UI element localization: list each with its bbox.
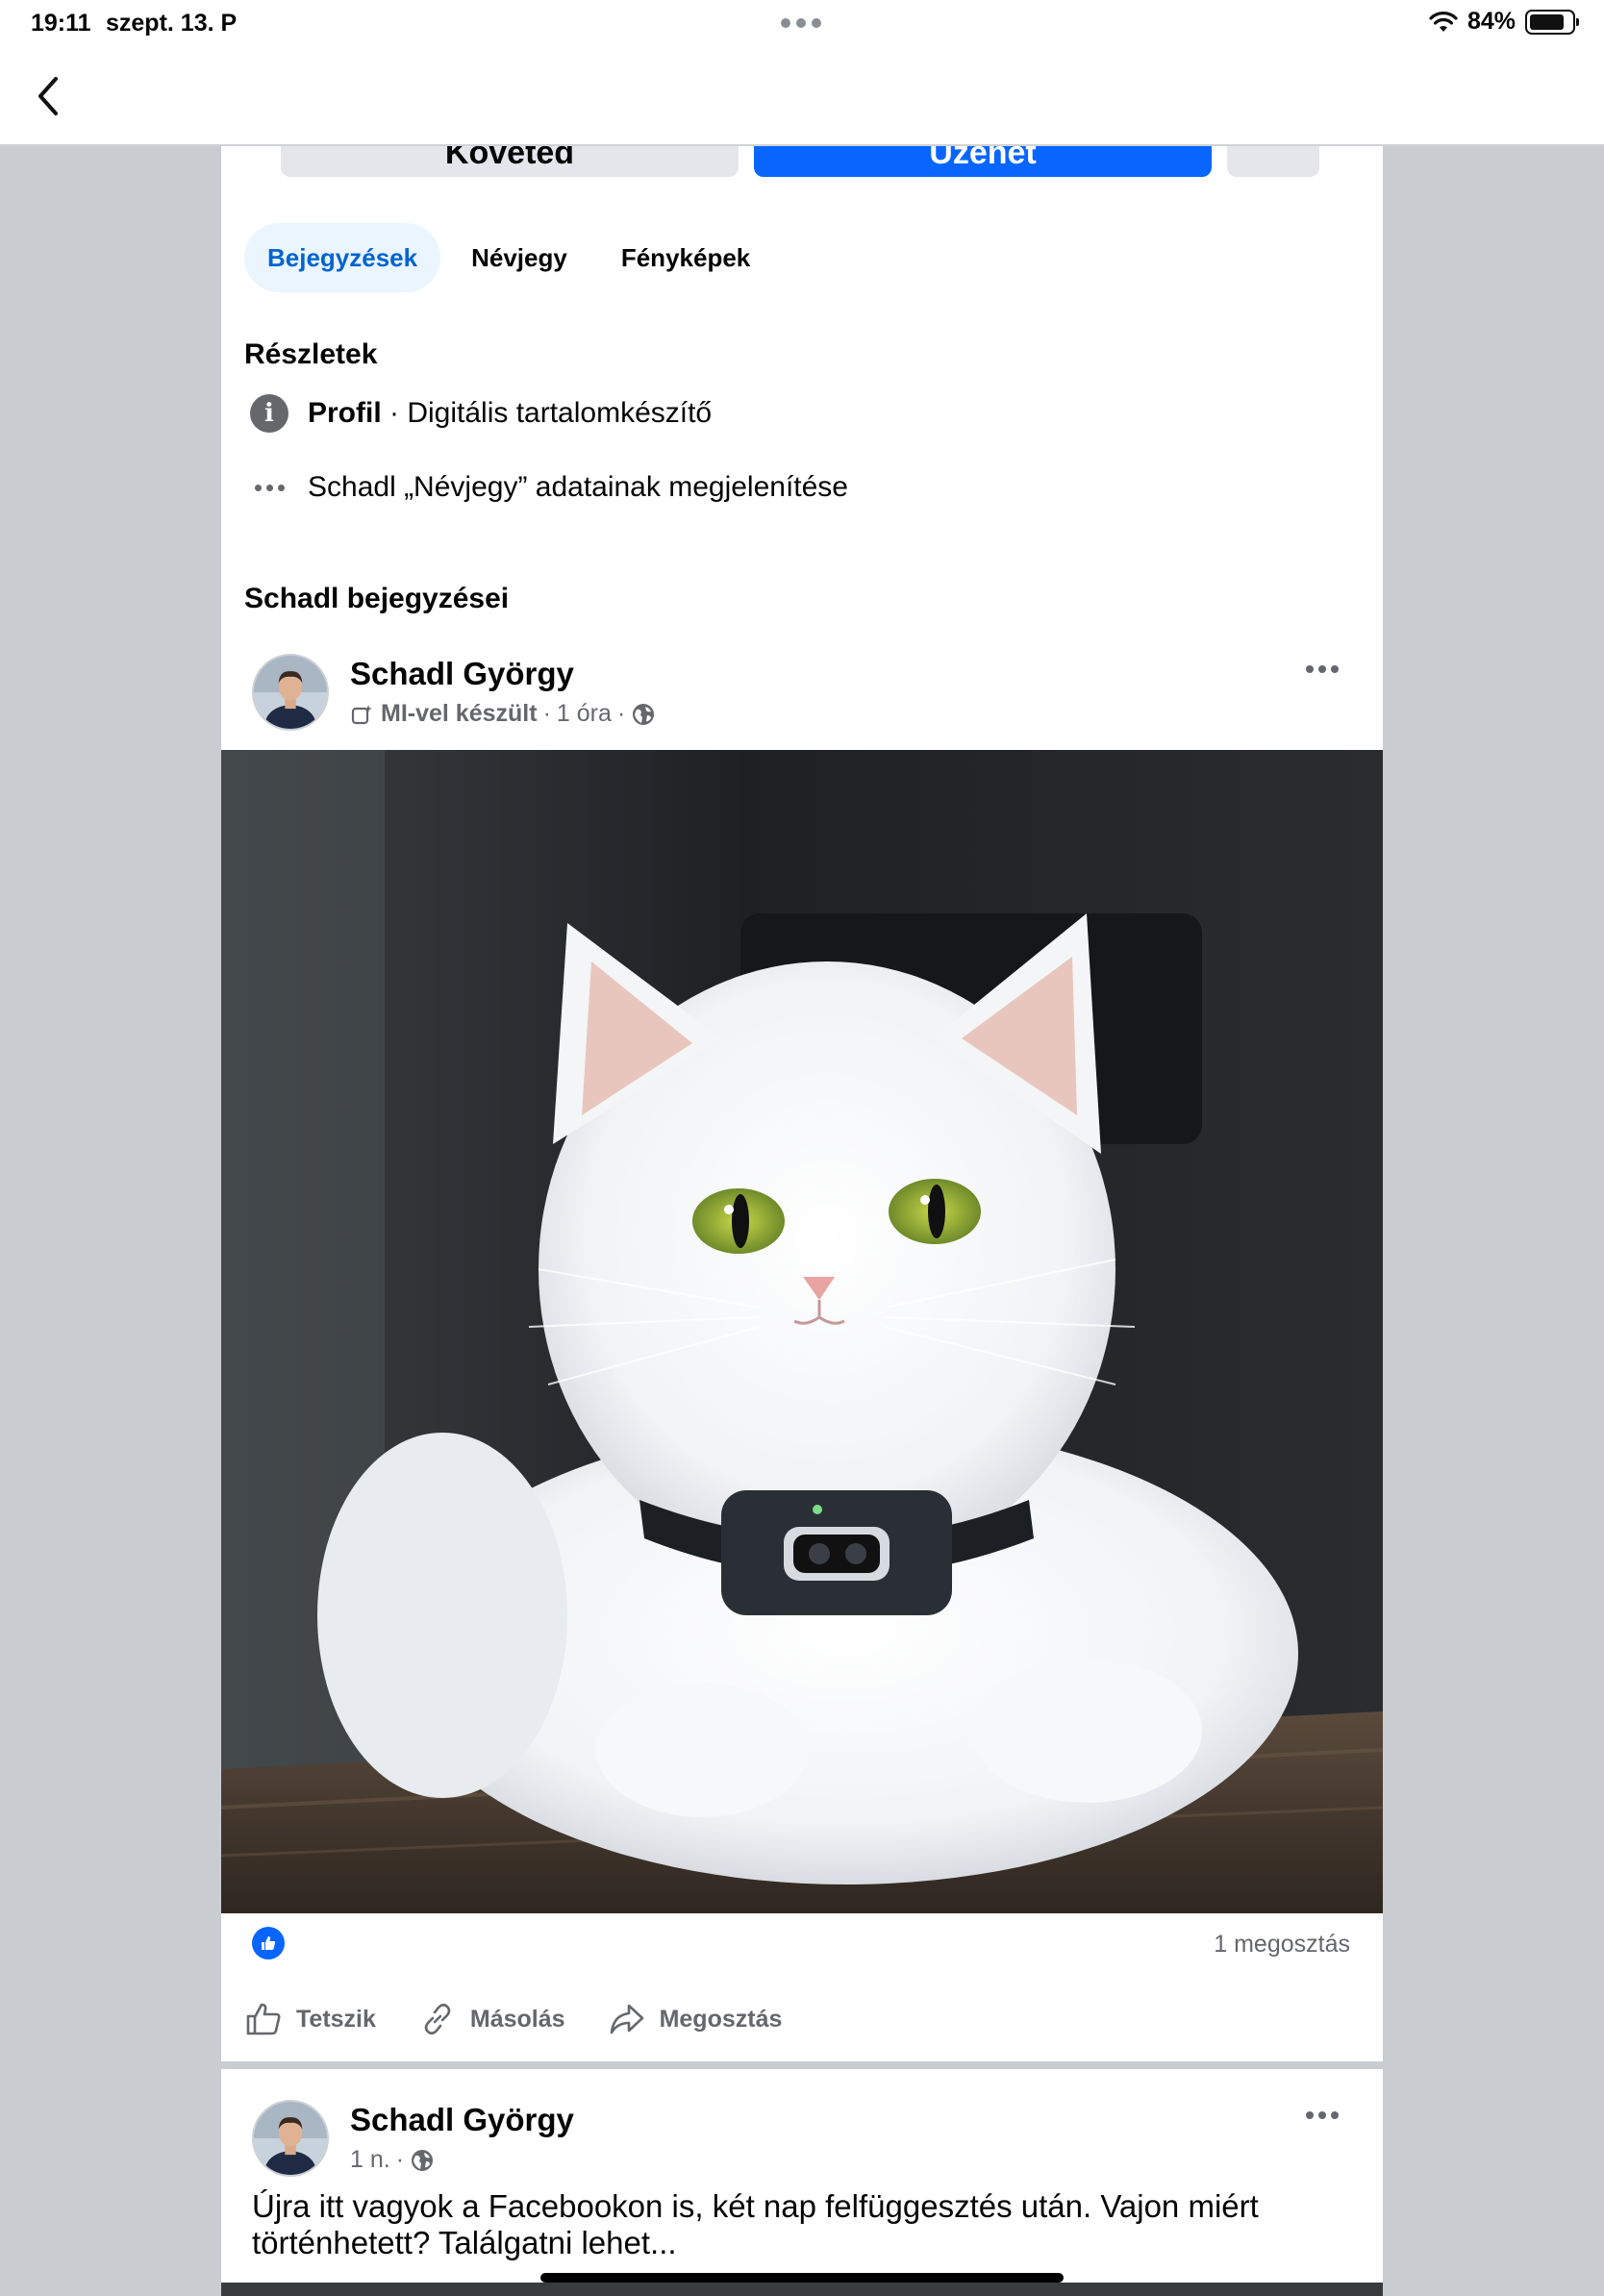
post-card: Schadl György 1 n. · Újra itt vagyok a F… <box>221 2069 1383 2296</box>
share-count[interactable]: 1 megosztás <box>1214 1931 1350 1959</box>
post-image[interactable] <box>221 750 1383 1913</box>
post-meta: 1 n. · <box>350 2146 574 2174</box>
message-button[interactable]: Üzenet <box>754 146 1212 177</box>
post-header: Schadl György 1 n. · <box>252 2100 574 2177</box>
post-meta: MI-vel készült · 1 óra · <box>350 700 656 728</box>
share-icon <box>610 2004 643 2034</box>
back-button[interactable] <box>29 73 67 119</box>
avatar[interactable] <box>252 2100 329 2177</box>
battery-percent: 84% <box>1466 8 1516 35</box>
share-button[interactable]: Megosztás <box>608 2000 783 2038</box>
profile-content-card: Követed Üzenet Bejegyzések Névjegy Fényk… <box>221 146 1383 2061</box>
meta-separator: · <box>395 2146 405 2173</box>
meta-separator: · <box>616 700 626 727</box>
follow-button[interactable]: Követed <box>281 146 739 177</box>
tab-posts[interactable]: Bejegyzések <box>244 223 441 292</box>
copy-label: Másolás <box>469 2005 565 2033</box>
profile-type-text: Profil · Digitális tartalomkészítő <box>308 397 712 430</box>
multitasking-dots-icon[interactable] <box>781 18 821 28</box>
post-author[interactable]: Schadl György <box>350 2102 574 2138</box>
post-text: Újra itt vagyok a Facebookon is, két nap… <box>252 2188 1259 2260</box>
like-button[interactable]: Tetszik <box>244 2000 376 2038</box>
post-actions: Tetszik Másolás Megosztás <box>244 2000 782 2038</box>
post-more-button[interactable] <box>1296 656 1348 683</box>
post-more-button[interactable] <box>1296 2102 1348 2129</box>
meta-separator: · <box>542 700 551 727</box>
globe-icon <box>412 2149 434 2171</box>
ai-label-icon <box>351 704 372 724</box>
like-label: Tetszik <box>296 2005 376 2033</box>
globe-icon <box>633 703 655 725</box>
back-chevron-icon <box>38 77 58 115</box>
profile-more-button[interactable] <box>1227 146 1319 177</box>
battery-icon <box>1525 9 1579 35</box>
wifi-icon <box>1429 11 1458 32</box>
like-reaction-icon[interactable] <box>252 1927 285 1959</box>
info-icon: i <box>250 394 288 433</box>
profile-action-buttons: Követed Üzenet <box>281 146 1323 177</box>
status-bar: 19:11 szept. 13. P 84% <box>0 0 1604 46</box>
post-header: Schadl György MI-vel készült · 1 óra · <box>252 654 656 731</box>
tab-about[interactable]: Névjegy <box>448 223 590 292</box>
post-time[interactable]: 1 n. <box>350 2146 390 2174</box>
more-dots-icon <box>250 484 288 491</box>
details-heading: Részletek <box>244 338 378 370</box>
profile-tabs: Bejegyzések Névjegy Fényképek <box>244 223 773 292</box>
home-indicator[interactable] <box>540 2273 1064 2283</box>
share-label: Megosztás <box>659 2005 783 2033</box>
profile-type-row: i Profil · Digitális tartalomkészítő <box>250 394 712 433</box>
about-link-row[interactable]: Schadl „Névjegy” adatainak megjelenítése <box>250 471 848 504</box>
top-bar: 19:11 szept. 13. P 84% <box>0 0 1604 146</box>
tab-photos[interactable]: Fényképek <box>598 223 773 292</box>
about-link-text[interactable]: Schadl „Névjegy” adatainak megjelenítése <box>308 471 848 504</box>
profile-type-bold: Profil <box>308 397 382 429</box>
posts-heading: Schadl bejegyzései <box>244 583 510 614</box>
thumbs-up-icon <box>246 2003 281 2035</box>
status-right: 84% <box>1429 8 1579 36</box>
link-icon <box>424 2003 451 2035</box>
status-time: 19:11 <box>31 10 91 37</box>
profile-type-value: · Digitális tartalomkészítő <box>381 397 713 429</box>
copy-link-button[interactable]: Másolás <box>418 2000 565 2038</box>
post-author[interactable]: Schadl György <box>350 656 656 692</box>
ai-label[interactable]: MI-vel készült <box>381 700 538 728</box>
status-date: szept. 13. P <box>106 10 238 37</box>
avatar[interactable] <box>252 654 329 731</box>
post-time[interactable]: 1 óra <box>557 700 612 728</box>
post-image-preview[interactable] <box>221 2283 1383 2296</box>
